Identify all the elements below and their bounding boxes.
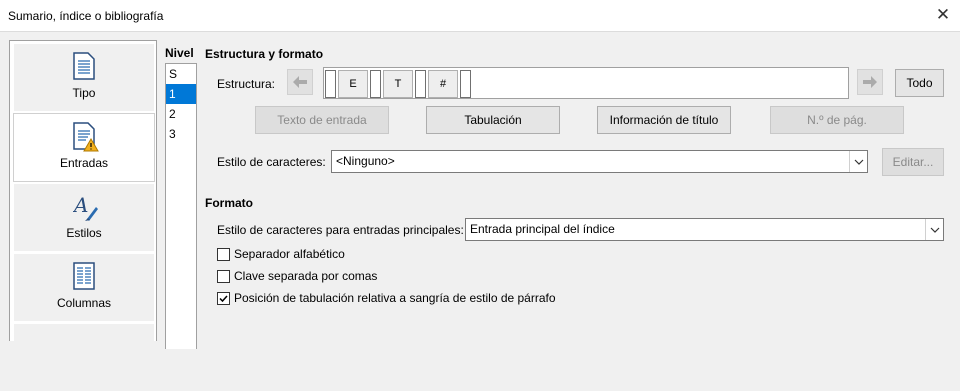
main-entries-label: Estilo de caracteres para entradas princ… [217, 223, 464, 237]
level-item[interactable]: 1 [166, 84, 196, 104]
close-icon[interactable]: ✕ [934, 5, 952, 25]
arrow-right-icon [863, 76, 877, 88]
structure-gap[interactable] [415, 70, 426, 98]
document-icon [73, 52, 95, 80]
title-bar: Sumario, índice o bibliografía ✕ [0, 0, 960, 32]
structure-token-entry[interactable]: E [338, 70, 368, 98]
chevron-down-icon [849, 151, 867, 172]
level-item[interactable]: S [166, 64, 196, 84]
move-right-button[interactable] [857, 69, 883, 95]
structure-token-tab[interactable]: T [383, 70, 413, 98]
sidebar-item-entradas[interactable]: Entradas [14, 114, 154, 181]
arrow-left-icon [293, 76, 307, 88]
checkbox-label: Clave separada por comas [234, 269, 378, 283]
window-title: Sumario, índice o bibliografía [8, 9, 164, 23]
level-item[interactable]: 3 [166, 124, 196, 144]
chevron-down-icon [925, 219, 943, 240]
structure-label: Estructura: [217, 77, 276, 91]
char-style-label: Estilo de caracteres: [217, 155, 326, 169]
structure-gap[interactable] [370, 70, 381, 98]
checkmark-icon [219, 295, 228, 303]
sidebar-item-label: Columnas [56, 296, 112, 310]
section-title-format: Formato [205, 196, 253, 210]
checkbox-label: Posición de tabulación relativa a sangrí… [234, 291, 556, 305]
structure-gap[interactable] [460, 70, 471, 98]
checkbox-label: Separador alfabético [234, 247, 345, 261]
sidebar: Tipo Entradas A Estilos Columnas [9, 40, 157, 391]
sidebar-item-columnas[interactable]: Columnas [14, 254, 154, 321]
sidebar-item-label: Tipo [72, 86, 96, 100]
char-style-value: <Ninguno> [336, 154, 395, 168]
sidebar-item-more[interactable] [14, 324, 154, 391]
tab-button[interactable]: Tabulación [426, 106, 560, 134]
main-entries-value: Entrada principal del índice [470, 222, 615, 236]
sidebar-item-label: Entradas [59, 156, 109, 170]
section-title-structure: Estructura y formato [205, 47, 324, 61]
level-header: Nivel [165, 46, 194, 60]
sidebar-item-tipo[interactable]: Tipo [14, 44, 154, 111]
structure-token-page[interactable]: # [428, 70, 458, 98]
sidebar-item-estilos[interactable]: A Estilos [14, 184, 154, 251]
svg-text:A: A [73, 193, 88, 217]
sidebar-item-label: Estilos [66, 226, 102, 240]
main-entries-select[interactable]: Entrada principal del índice [465, 218, 944, 241]
checkbox-box[interactable] [217, 292, 230, 305]
columns-icon [73, 262, 95, 290]
entry-text-button[interactable]: Texto de entrada [255, 106, 389, 134]
page-number-button[interactable]: N.º de pág. [770, 106, 904, 134]
structure-editor[interactable]: E T # [323, 67, 849, 99]
checkbox-box[interactable] [217, 270, 230, 283]
structure-gap[interactable] [325, 70, 336, 98]
styles-brush-icon: A [73, 193, 98, 221]
all-button[interactable]: Todo [895, 69, 944, 97]
chapter-info-button[interactable]: Información de título [597, 106, 731, 134]
level-listbox[interactable]: S 1 2 3 [165, 63, 197, 349]
edit-button[interactable]: Editar... [882, 148, 944, 176]
char-style-select[interactable]: <Ninguno> [331, 150, 868, 173]
entries-warning-icon [73, 122, 99, 152]
checkbox-box[interactable] [217, 248, 230, 261]
move-left-button[interactable] [287, 69, 313, 95]
level-item[interactable]: 2 [166, 104, 196, 124]
level-list: Nivel S 1 2 3 [165, 46, 197, 349]
